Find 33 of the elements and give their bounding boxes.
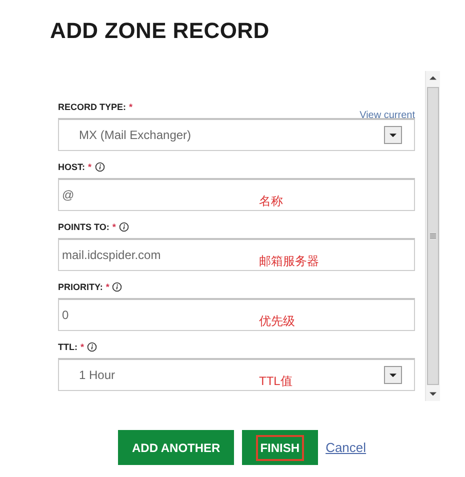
required-mark: * bbox=[106, 282, 110, 292]
field-label: POINTS TO: bbox=[58, 222, 110, 232]
annotation-text: TTL值 bbox=[259, 373, 292, 390]
field-label: RECORD TYPE: bbox=[58, 102, 126, 112]
dialog-title: ADD ZONE RECORD bbox=[50, 18, 270, 44]
input-field[interactable]: 0 优先级 bbox=[58, 298, 415, 331]
dropdown[interactable]: MX (Mail Exchanger) bbox=[58, 118, 415, 151]
annotation-text: 邮箱服务器 bbox=[259, 253, 319, 270]
cancel-link[interactable]: Cancel bbox=[326, 440, 366, 455]
annotation-text: 优先级 bbox=[259, 313, 295, 330]
info-icon[interactable] bbox=[94, 162, 105, 172]
field-label: PRIORITY: bbox=[58, 282, 103, 292]
field-label: HOST: bbox=[58, 162, 85, 172]
dropdown-caret-icon[interactable] bbox=[384, 126, 402, 144]
add-button[interactable]: ADD ANOTHER bbox=[118, 430, 234, 465]
info-icon[interactable] bbox=[118, 222, 129, 232]
info-icon[interactable] bbox=[112, 282, 122, 292]
scrollbar[interactable] bbox=[425, 71, 440, 401]
grip-icon[interactable] bbox=[429, 232, 437, 240]
required-mark: * bbox=[112, 222, 116, 232]
input-field[interactable]: @ 名称 bbox=[58, 178, 415, 211]
required-mark: * bbox=[129, 102, 133, 112]
dropdown-caret-icon[interactable] bbox=[384, 366, 402, 384]
dropdown[interactable]: 1 Hour TTL值 bbox=[58, 358, 415, 391]
required-mark: * bbox=[80, 342, 84, 352]
highlight-frame: FINISH bbox=[256, 434, 304, 460]
view-current-link[interactable]: View current bbox=[360, 110, 415, 121]
finish-button[interactable]: FINISH bbox=[242, 430, 318, 465]
input-field[interactable]: mail.idcspider.com 邮箱服务器 bbox=[58, 238, 415, 271]
required-mark: * bbox=[88, 162, 92, 172]
field-label: TTL: bbox=[58, 342, 78, 352]
annotation-text: 名称 bbox=[259, 193, 283, 210]
info-icon[interactable] bbox=[87, 342, 98, 352]
